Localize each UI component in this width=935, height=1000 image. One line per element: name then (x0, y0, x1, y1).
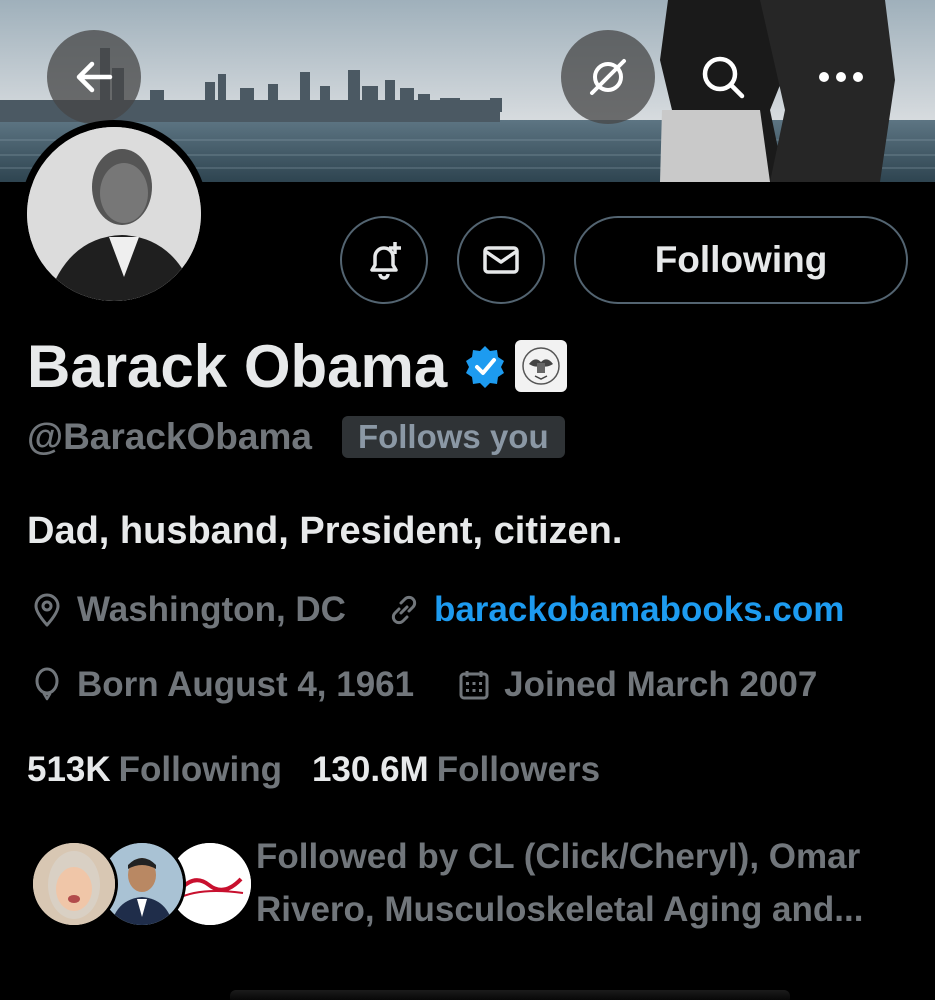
location-text: Washington, DC (77, 590, 346, 629)
grok-button[interactable] (561, 30, 655, 124)
next-section-cutoff (230, 990, 790, 1000)
website-item[interactable]: barackobamabooks.com (384, 590, 844, 630)
following-stat[interactable]: 513K Following (27, 750, 282, 790)
username-handle: @BarackObama (27, 416, 312, 457)
location-pin-icon (27, 590, 67, 630)
following-count: 513K (27, 750, 111, 789)
link-icon (384, 590, 424, 630)
followers-stat[interactable]: 130.6M Followers (312, 750, 600, 790)
following-button[interactable]: Following (574, 216, 908, 304)
envelope-icon (483, 246, 519, 274)
avatar-image (27, 127, 201, 301)
location-item: Washington, DC (27, 590, 346, 630)
joined-item: Joined March 2007 (454, 665, 817, 705)
back-button[interactable] (47, 30, 141, 124)
bell-plus-icon (370, 242, 401, 280)
display-name: Barack Obama (27, 332, 448, 400)
profile-bio: Dad, husband, President, citizen. (27, 510, 623, 552)
calendar-icon (454, 665, 494, 705)
search-icon (702, 56, 745, 99)
verified-badge-icon[interactable] (463, 344, 507, 388)
follows-you-badge: Follows you (341, 416, 565, 458)
us-seal-icon[interactable] (515, 340, 568, 392)
birthday-item: Born August 4, 1961 (27, 665, 414, 705)
handle-row: @BarackObama Follows you (27, 412, 565, 462)
name-row: Barack Obama (27, 330, 568, 402)
website-link[interactable]: barackobamabooks.com (434, 590, 844, 630)
more-button[interactable] (808, 44, 874, 110)
birthday-text: Born August 4, 1961 (77, 665, 415, 704)
message-button[interactable] (457, 216, 545, 304)
following-label: Following (118, 750, 282, 789)
grok-icon (590, 59, 626, 95)
stats-row: 513K Following 130.6M Followers (27, 745, 600, 795)
followers-count: 130.6M (311, 750, 429, 789)
followed-by-text[interactable]: Followed by CL (Click/Cheryl), Omar Rive… (256, 830, 916, 936)
meta-row-dates: Born August 4, 1961 Joined March 2007 (27, 660, 817, 710)
meta-row-location: Washington, DC barackobamabooks.com (27, 585, 844, 635)
avatar (30, 840, 118, 928)
arrow-left-icon (76, 61, 113, 93)
profile-avatar[interactable] (20, 120, 208, 308)
joined-text: Joined March 2007 (504, 665, 818, 704)
more-horizontal-icon (819, 72, 863, 82)
followers-label: Followers (436, 750, 601, 789)
search-button[interactable] (690, 44, 756, 110)
balloon-icon (27, 665, 67, 705)
notify-button[interactable] (340, 216, 428, 304)
